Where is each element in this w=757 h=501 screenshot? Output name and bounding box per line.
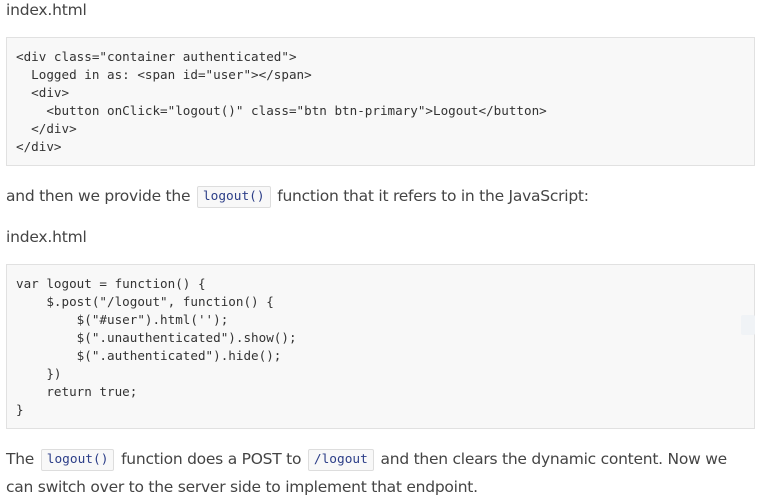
paragraph-text: function that it refers to in the JavaSc… <box>272 187 589 205</box>
paragraph-text: function does a POST to <box>116 450 306 468</box>
code-line: $(".unauthenticated").show(); <box>16 330 297 345</box>
html-code-block[interactable]: <div class="container authenticated"> Lo… <box>6 37 755 166</box>
file-label-index-html: index.html <box>6 1 87 19</box>
code-line: <div> <box>16 85 70 100</box>
document-page: index.html <div class="container authent… <box>0 0 757 499</box>
paragraph-text: and then we provide the <box>6 187 195 205</box>
inline-code-logout-path: /logout <box>307 449 374 471</box>
paragraph-logout-description: The logout() function does a POST to /lo… <box>6 445 756 501</box>
code-line: </div> <box>16 121 77 136</box>
file-label-index-html: index.html <box>6 228 87 246</box>
paragraph-text: The <box>6 450 39 468</box>
code-line: Logged in as: <span id="user"></span> <box>16 67 312 82</box>
paragraph-logout-intro: and then we provide the logout() functio… <box>6 182 756 210</box>
code-line: }) <box>16 366 62 381</box>
javascript-code-block[interactable]: var logout = function() { $.post("/logou… <box>6 264 755 429</box>
code-line: <button onClick="logout()" class="btn bt… <box>16 103 547 118</box>
code-line: $(".authenticated").hide(); <box>16 348 282 363</box>
code-scroll-hint <box>741 315 755 335</box>
code-line: </div> <box>16 139 62 154</box>
code-line: return true; <box>16 384 138 399</box>
inline-code-logout: logout() <box>40 449 115 471</box>
code-line: $("#user").html(''); <box>16 312 229 327</box>
code-line: $.post("/logout", function() { <box>16 294 274 309</box>
code-line: } <box>16 402 24 417</box>
inline-code-logout: logout() <box>196 186 271 208</box>
code-line: var logout = function() { <box>16 276 206 291</box>
code-line: <div class="container authenticated"> <box>16 49 297 64</box>
